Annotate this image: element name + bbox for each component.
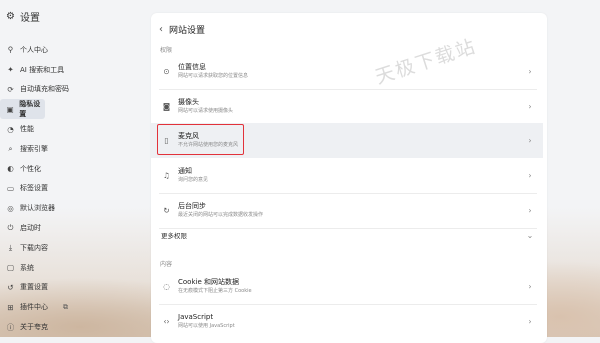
more-permissions-label: 更多权限: [161, 232, 187, 240]
chevron-right-icon: ›: [528, 171, 532, 180]
site-settings-panel: ‹ 网站设置 天极下载站 权限 ⊙ 位置信息 网站可以请求获取您的位置信息 › …: [151, 13, 547, 343]
sidebar-item-about[interactable]: ⓘ 关于夸克: [0, 317, 150, 337]
sync-icon: ↻: [163, 206, 170, 215]
code-icon: ‹›: [163, 317, 170, 326]
sidebar-item-extensions[interactable]: ⊞ 插件中心 ⧉: [0, 297, 150, 317]
gear-icon: ⚙: [6, 11, 15, 22]
sidebar-item-reset[interactable]: ↺ 重置设置: [0, 278, 150, 298]
chevron-right-icon: ›: [528, 206, 532, 215]
setting-row-background-sync[interactable]: ↻ 后台同步 最近关闭的网站可以完成数据收发操作 ›: [151, 193, 543, 228]
sidebar-item-ai-search[interactable]: ✦ AI 搜索和工具: [0, 60, 150, 80]
app-title: ⚙ 设置: [6, 9, 40, 24]
chevron-right-icon: ›: [528, 136, 532, 145]
setting-row-location[interactable]: ⊙ 位置信息 网站可以请求获取您的位置信息 ›: [151, 54, 543, 89]
chevron-right-icon: ›: [528, 67, 532, 76]
page-title: 网站设置: [169, 26, 206, 36]
chevron-down-icon: ⌄: [526, 230, 534, 240]
setting-row-camera[interactable]: ◙ 摄像头 网站可以请求使用摄像头 ›: [151, 89, 543, 124]
chevron-right-icon: ›: [528, 317, 532, 326]
sidebar-item-search-engine[interactable]: ⌕ 搜索引擎: [0, 139, 150, 159]
power-icon: ⏻: [7, 223, 14, 233]
sidebar-item-label: AI 搜索和工具: [20, 65, 65, 74]
row-desc: 网站可以请求获取您的位置信息: [178, 73, 249, 79]
setting-row-javascript[interactable]: ‹› JavaScript 网站可以使用 JavaScript ›: [151, 304, 543, 339]
row-desc: 在无痕模式下阻止第三方 Cookie: [178, 288, 252, 294]
row-title: JavaScript: [178, 313, 214, 321]
tab-icon: ▭: [6, 183, 15, 193]
sidebar-item-performance[interactable]: ◔ 性能: [0, 119, 150, 139]
sidebar-item-startup[interactable]: ⏻ 启动时: [0, 218, 150, 238]
sidebar-item-label: 下载内容: [20, 243, 48, 252]
row-desc: 最近关闭的网站可以完成数据收发操作: [178, 212, 264, 218]
browser-icon: ◎: [7, 203, 14, 213]
chevron-right-icon: ›: [528, 282, 532, 291]
row-title: 摄像头: [178, 98, 199, 106]
sidebar-item-label: 系统: [20, 263, 34, 272]
highlight-box: [157, 124, 244, 155]
sidebar-item-label: 性能: [20, 125, 34, 134]
panel-header: ‹ 网站设置: [159, 23, 205, 36]
sidebar-item-label: 搜索引擎: [20, 144, 48, 153]
sidebar-item-default-browser[interactable]: ◎ 默认浏览器: [0, 198, 150, 218]
sidebar-item-autofill[interactable]: ⟳ 自动填充和密码: [0, 80, 150, 100]
bell-icon: ♫: [163, 171, 170, 180]
row-title: Cookie 和网站数据: [178, 278, 239, 286]
section-label-permissions: 权限: [160, 47, 173, 54]
app-title-label: 设置: [19, 13, 40, 24]
row-title: 位置信息: [178, 63, 206, 71]
performance-icon: ◔: [7, 124, 14, 134]
sidebar-item-privacy[interactable]: ▣ 隐私设置: [0, 99, 45, 120]
sidebar-item-label: 默认浏览器: [20, 204, 55, 213]
sidebar-item-label: 关于夸克: [20, 323, 48, 332]
search-icon: ⌕: [8, 143, 13, 153]
extensions-icon: ⊞: [7, 302, 14, 312]
setting-row-cookies[interactable]: ◌ Cookie 和网站数据 在无痕模式下阻止第三方 Cookie ›: [151, 269, 543, 304]
privacy-icon: ▣: [6, 104, 14, 114]
sidebar-item-label: 个人中心: [20, 45, 48, 54]
sidebar-item-label: 重置设置: [20, 283, 48, 292]
camera-icon: ◙: [162, 102, 171, 111]
sidebar-item-label: 隐私设置: [19, 100, 41, 119]
sidebar-item-label: 启动时: [20, 224, 41, 233]
row-desc: 询问您的意见: [178, 177, 209, 183]
section-label-content: 内容: [160, 261, 173, 268]
reset-icon: ↺: [7, 282, 14, 292]
row-title: 后台同步: [178, 202, 206, 210]
open-external-icon[interactable]: ⧉: [63, 303, 68, 312]
sidebar-item-label: 自动填充和密码: [20, 85, 69, 94]
sidebar-item-label: 个性化: [20, 164, 41, 173]
back-arrow-icon[interactable]: ‹: [159, 24, 163, 35]
person-icon: ⚲: [7, 45, 14, 55]
chevron-right-icon: ›: [528, 102, 532, 111]
sidebar-item-label: 插件中心: [20, 303, 48, 312]
palette-icon: ◐: [7, 164, 14, 174]
sidebar-nav: ⚲ 个人中心 ✦ AI 搜索和工具 ⟳ 自动填充和密码 ▣ 隐私设置 ◔ 性能 …: [0, 40, 150, 337]
download-icon: ⤓: [8, 242, 13, 252]
sidebar-item-downloads[interactable]: ⤓ 下载内容: [0, 238, 150, 258]
sidebar-item-tabs[interactable]: ▭ 标签设置: [0, 179, 150, 199]
sidebar-item-label: 标签设置: [20, 184, 48, 193]
ai-spark-icon: ✦: [7, 65, 14, 75]
row-desc: 网站可以使用 JavaScript: [178, 323, 235, 329]
setting-row-notifications[interactable]: ♫ 通知 询问您的意见 ›: [151, 158, 543, 193]
sidebar-item-profile[interactable]: ⚲ 个人中心: [0, 40, 150, 60]
row-title: 通知: [178, 167, 192, 175]
info-icon: ⓘ: [6, 322, 15, 332]
sidebar-item-personalize[interactable]: ◐ 个性化: [0, 159, 150, 179]
location-icon: ⊙: [163, 67, 170, 76]
system-icon: ▢: [6, 263, 15, 273]
autofill-icon: ⟳: [7, 84, 14, 94]
more-permissions-toggle[interactable]: 更多权限 ⌄: [151, 225, 543, 245]
sidebar-item-system[interactable]: ▢ 系统: [0, 258, 150, 278]
sidebar: ⚙ 设置 ⚲ 个人中心 ✦ AI 搜索和工具 ⟳ 自动填充和密码 ▣ 隐私设置 …: [0, 0, 150, 337]
row-desc: 网站可以请求使用摄像头: [178, 108, 234, 114]
cookie-icon: ◌: [163, 282, 170, 291]
